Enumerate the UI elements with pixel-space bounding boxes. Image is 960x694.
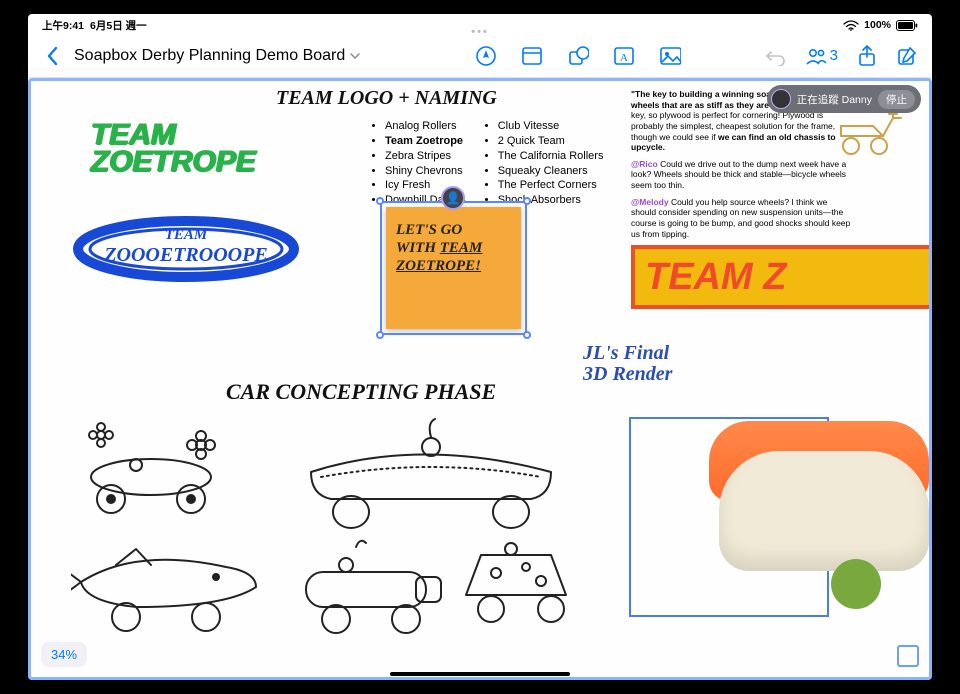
back-button[interactable] (42, 45, 64, 67)
logo-green-line2: ZOETROPE (91, 148, 256, 175)
undo-button[interactable] (765, 45, 787, 67)
sticky-note-tool-icon[interactable] (521, 45, 543, 67)
minimap-button[interactable] (897, 645, 919, 667)
chevron-down-icon (349, 50, 361, 62)
tracking-label: 正在追蹤 Danny (797, 92, 872, 107)
board-title-dropdown[interactable]: Soapbox Derby Planning Demo Board (74, 47, 361, 65)
logo-orange-text: TEAM Z (645, 256, 786, 299)
sticky-line1: LET'S GO (396, 222, 462, 238)
tracking-pill[interactable]: 正在追蹤 Danny 停止 (767, 85, 921, 113)
multitask-dots-icon[interactable]: ••• (471, 26, 489, 38)
list-item: 2 Quick Team (498, 134, 604, 149)
status-time: 上午9:41 (42, 18, 84, 33)
sticky-underline: TEAM (440, 240, 483, 256)
media-tool-icon[interactable] (659, 45, 681, 67)
selection-handle[interactable] (523, 331, 531, 339)
text-tool-icon[interactable]: A (613, 45, 635, 67)
ipad-frame: 上午9:41 6月5日 週一 ••• 100% Soapbox Derby Pl… (0, 0, 960, 694)
home-indicator[interactable] (390, 672, 570, 676)
collab-count: 3 (830, 47, 838, 64)
battery-percent: 100% (864, 19, 891, 31)
shape-tool-icon[interactable] (567, 45, 589, 67)
name-options-list: Analog Rollers Team Zoetrope Zebra Strip… (371, 119, 603, 208)
heading-concepting: CAR CONCEPTING PHASE (226, 379, 496, 405)
sticky-note[interactable]: LET'S GO WITH TEAM ZOETROPE! (386, 207, 521, 329)
list-item: Analog Rollers (385, 119, 466, 134)
logo-blue-bottom: ZOOOETROOOPE (103, 244, 267, 266)
render-rice (719, 451, 929, 571)
compose-button[interactable] (896, 45, 918, 67)
list-item: Shiny Chevrons (385, 164, 466, 179)
list-item: Team Zoetrope (385, 134, 466, 149)
svg-text:A: A (620, 52, 628, 64)
board-title-label: Soapbox Derby Planning Demo Board (74, 47, 345, 65)
list-item: Zebra Stripes (385, 149, 466, 164)
render-3d-preview[interactable] (619, 391, 929, 641)
tracking-avatar (771, 89, 791, 109)
app-toolbar: Soapbox Derby Planning Demo Board A (28, 34, 932, 78)
mention[interactable]: @Rico (631, 159, 658, 169)
heading-render: JL's Final3D Render (583, 343, 672, 385)
sticky-line3: ZOETROPE! (396, 258, 481, 274)
list-item: Shock Absorbers (498, 193, 604, 208)
people-icon (805, 46, 827, 66)
screen: 上午9:41 6月5日 週一 ••• 100% Soapbox Derby Pl… (28, 14, 932, 680)
mention[interactable]: @Melody (631, 197, 669, 207)
render-wheel (831, 559, 881, 609)
logo-blue-top: TEAM (165, 227, 208, 243)
wifi-icon (843, 20, 859, 31)
status-date: 6月5日 週一 (90, 18, 147, 33)
status-bar: 上午9:41 6月5日 週一 ••• 100% (28, 14, 932, 34)
battery-icon (896, 20, 918, 31)
list-item: Club Vitesse (498, 119, 604, 134)
selection-handle[interactable] (376, 331, 384, 339)
freeform-canvas[interactable]: TEAM LOGO + NAMING TEAM ZOETROPE TEAM ZO… (28, 78, 932, 680)
tracking-stop-button[interactable]: 停止 (878, 90, 915, 109)
sticky-line2: WITH (396, 240, 440, 256)
collaborator-cursor-avatar: 👤 (441, 186, 465, 210)
car-sketches[interactable] (71, 417, 591, 647)
logo-orange[interactable]: TEAM Z (631, 245, 932, 309)
logo-green[interactable]: TEAM ZOETROPE (91, 121, 256, 175)
zoom-level-button[interactable]: 34% (41, 642, 87, 667)
list-item: The California Rollers (498, 149, 604, 164)
share-button[interactable] (856, 45, 878, 67)
name-col-2: Club Vitesse 2 Quick Team The California… (484, 119, 604, 208)
pen-tool-icon[interactable] (475, 45, 497, 67)
heading-logo-naming: TEAM LOGO + NAMING (276, 87, 497, 110)
selection-handle[interactable] (523, 197, 531, 205)
list-item: Squeaky Cleaners (498, 164, 604, 179)
logo-green-line1: TEAM (91, 121, 256, 148)
logo-blue[interactable]: TEAM ZOOOETROOOPE (71, 211, 301, 283)
selection-handle[interactable] (376, 197, 384, 205)
list-item: The Perfect Corners (498, 178, 604, 193)
cart-sketch-small[interactable] (833, 106, 909, 160)
collaborators-button[interactable]: 3 (805, 46, 838, 66)
